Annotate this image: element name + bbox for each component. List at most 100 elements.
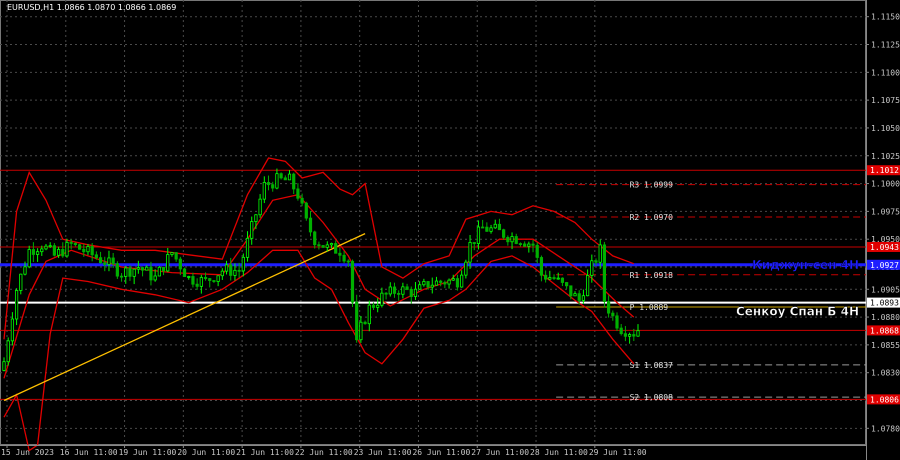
support-0868-badge-label: 1.0868 (870, 326, 899, 335)
candle-body (61, 249, 65, 257)
candle-body (308, 217, 313, 233)
candle-body (497, 223, 502, 231)
candle-body (476, 226, 481, 245)
price-tick-label-12: 1.0855 (871, 341, 900, 350)
candle-body (140, 267, 145, 271)
candle-body (77, 244, 82, 250)
price-tick-label-11: 1.0880 (871, 313, 900, 322)
candle-body (481, 226, 485, 229)
price-tick-label-4: 1.1050 (871, 124, 900, 133)
candle-body (82, 248, 86, 253)
time-axis-layer: 15 Jun 2023 16 Jun 11:00 19 Jun 11:00 20 Ju… (1, 445, 647, 457)
time-tick-label-4: 21 Jun 11:00 (236, 448, 294, 457)
pivot-lines-layer: R3 1.0999 R2 1.0970 R1 1.0918 P 1.0889 S1 1.… (556, 181, 866, 402)
candle-body (439, 280, 443, 283)
candle-body (19, 273, 23, 291)
candle-body (271, 184, 275, 189)
candle-body (279, 173, 283, 179)
candle-body (388, 286, 392, 295)
candle-body (86, 246, 90, 253)
resistance-2-0943-badge-label: 1.0943 (870, 243, 899, 252)
candle-body (455, 278, 460, 288)
candle-body (6, 340, 10, 363)
candle-body (321, 245, 325, 248)
senkou-span-b-badge-label: 1.0893 (870, 299, 899, 308)
band-middle-line (3, 193, 635, 379)
candle-body (220, 270, 224, 277)
candle-body (619, 327, 623, 335)
candle-body (233, 269, 237, 276)
candle-body (472, 242, 476, 245)
candle-body (460, 274, 464, 288)
candle-body (380, 292, 384, 306)
candle-body (531, 243, 535, 246)
bands-layer (3, 157, 635, 452)
kijun-annotation: Киджун-сен 4Н (752, 258, 859, 272)
candle-body (191, 276, 195, 285)
candle-body (31, 249, 35, 255)
pivot-s1-label: S1 1.0837 (630, 361, 674, 370)
candle-body (464, 261, 468, 276)
candle-body (493, 223, 497, 229)
time-tick-label-0: 15 Jun 2023 (1, 448, 54, 457)
candle-body (539, 257, 544, 276)
price-tick-label-7: 1.0975 (871, 207, 900, 216)
candle-body (283, 177, 287, 181)
band-lower-line (3, 249, 635, 452)
candle-body (73, 242, 77, 246)
candle-body (98, 257, 103, 264)
candle-body (401, 286, 405, 295)
candle-body (397, 292, 401, 295)
candle-body (342, 254, 346, 262)
candle-body (346, 260, 350, 263)
time-tick-label-10: 29 Jun 11:00 (589, 448, 647, 457)
candle-body (119, 275, 124, 278)
candle-body (124, 267, 128, 277)
candle-body (535, 244, 539, 258)
candle-body (275, 173, 279, 189)
candle-body (338, 252, 342, 256)
candle-body (103, 262, 107, 265)
price-tick-label-15: 1.0780 (871, 424, 900, 433)
grid-layer (0, 0, 866, 445)
candle-body (199, 277, 203, 287)
senkou-annotation: Сенкоу Спан Б 4Н (736, 305, 859, 319)
time-tick-label-9: 28 Jun 11:00 (530, 448, 588, 457)
resistance-1-1012-badge-label: 1.1012 (870, 166, 899, 175)
candle-body (44, 245, 48, 250)
candle-body (136, 267, 140, 270)
candle-body (48, 245, 52, 248)
candle-body (418, 284, 422, 290)
candle-body (128, 267, 132, 277)
pivot-r1-label: R1 1.0918 (630, 271, 674, 280)
candle-body (413, 288, 418, 297)
candle-body (187, 276, 191, 278)
candle-body (254, 214, 258, 222)
candle-body (548, 277, 552, 280)
candle-body (615, 315, 619, 329)
candle-body (69, 242, 73, 244)
candle-body (443, 282, 447, 285)
time-tick-label-7: 26 Jun 11:00 (412, 448, 470, 457)
candle-body (586, 275, 590, 297)
candle-body (161, 266, 166, 272)
candle-body (304, 202, 308, 219)
candle-body (266, 182, 271, 186)
chart-window[interactable]: R3 1.0999 R2 1.0970 R1 1.0918 P 1.0889 S1 1.… (0, 0, 900, 460)
candle-body (573, 293, 577, 297)
time-tick-label-1: 16 Jun 11:00 (60, 448, 118, 457)
price-chart[interactable]: R3 1.0999 R2 1.0970 R1 1.0918 P 1.0889 S1 1.… (0, 0, 900, 460)
pivot-r2-label: R2 1.0970 (630, 213, 674, 222)
candle-body (623, 333, 628, 337)
candle-body (145, 266, 149, 271)
candle-body (94, 254, 98, 259)
time-tick-label-5: 22 Jun 11:00 (295, 448, 353, 457)
candle-body (434, 280, 439, 286)
candle-body (527, 243, 531, 247)
candle-body (552, 277, 556, 279)
candle-body (203, 277, 208, 279)
candle-body (27, 249, 31, 268)
candle-body (602, 244, 607, 302)
candle-body (577, 293, 581, 301)
candle-body (523, 243, 527, 247)
